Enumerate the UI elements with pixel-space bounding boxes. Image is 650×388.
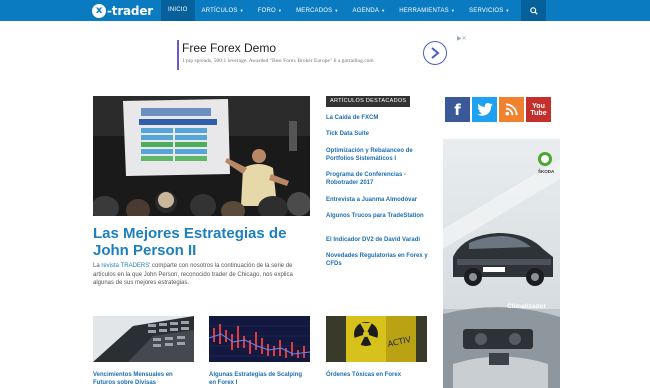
article-thumb-caption[interactable]: Vencimientos Mensuales en Futuros sobre … bbox=[93, 371, 194, 387]
caret-down-icon: ▼ bbox=[381, 8, 386, 13]
destacado-link[interactable]: Entrevista a Juanma Almodóvar bbox=[326, 196, 428, 204]
nav-item-servicios[interactable]: SERVICIOS ▼ bbox=[462, 0, 517, 21]
caret-down-icon: ▼ bbox=[505, 8, 510, 13]
nav-item-inicio[interactable]: INICIO bbox=[161, 0, 195, 21]
featured-title[interactable]: Las Mejores Estrategias de John Person I… bbox=[93, 225, 318, 259]
main-nav: INICIO ARTÍCULOS ▼ FORO ▼ MERCADOS ▼ AGENDA… bbox=[161, 0, 517, 21]
youtube-glyph: You Tube bbox=[530, 102, 547, 117]
conference-photo bbox=[93, 96, 310, 216]
nav-label: MERCADOS bbox=[296, 8, 333, 15]
destacado-link[interactable]: Optimización y Rebalanceo de Portfolios … bbox=[326, 147, 428, 163]
nav-item-herramientas[interactable]: HERRAMIENTAS ▼ bbox=[392, 0, 462, 21]
skoda-brand: ŠKODA bbox=[538, 169, 555, 174]
skoda-ad-banner[interactable]: ŠKODA Climatizador bbox=[443, 139, 560, 388]
article-thumb-2[interactable] bbox=[209, 316, 310, 362]
nav-item-articulos[interactable]: ARTÍCULOS ▼ bbox=[195, 0, 251, 21]
banner-caption: Climatizador bbox=[507, 303, 547, 310]
nav-label: INICIO bbox=[168, 7, 188, 13]
ad-banner[interactable]: Free Forex Demo 1 pip spreads, 500:1 lev… bbox=[177, 36, 467, 74]
nav-item-mercados[interactable]: MERCADOS ▼ bbox=[289, 0, 345, 21]
caret-down-icon: ▼ bbox=[334, 8, 339, 13]
article-thumb-caption[interactable]: Órdenes Tóxicas en Forex bbox=[326, 371, 427, 379]
destacado-link[interactable]: Algunos Trucos para TradeStation bbox=[326, 212, 428, 220]
twitter-icon[interactable]: t bbox=[472, 97, 497, 122]
youtube-icon[interactable]: You Tube bbox=[526, 97, 551, 122]
destacado-link[interactable]: Programa de Conferencias - Robotrader 20… bbox=[326, 171, 428, 187]
featured-description: La revista TRADERS' comparte con nosotro… bbox=[93, 262, 315, 288]
chevron-right-icon[interactable] bbox=[423, 41, 447, 65]
revista-link[interactable]: revista TRADERS' bbox=[101, 263, 150, 269]
car-interior-image bbox=[443, 139, 560, 388]
destacado-link[interactable]: Tick Data Suite bbox=[326, 130, 428, 138]
caret-down-icon: ▼ bbox=[450, 8, 456, 13]
forex-chart-image bbox=[209, 316, 310, 362]
nav-label: FORO bbox=[257, 8, 276, 15]
rss-icon[interactable]: rss bbox=[499, 97, 524, 122]
social-links: f t rss You Tube bbox=[445, 97, 553, 122]
nav-label: ARTÍCULOS bbox=[201, 8, 238, 15]
destacado-link[interactable]: El Indicador DV2 de David Varadi bbox=[326, 236, 428, 244]
ad-accent-bar bbox=[177, 40, 179, 70]
stock-board-image bbox=[93, 316, 194, 362]
search-icon bbox=[529, 6, 538, 15]
adchoices-icon[interactable]: ▶✕ bbox=[457, 36, 467, 42]
facebook-icon[interactable]: f bbox=[445, 97, 470, 122]
logo-mark: x bbox=[92, 3, 106, 18]
nav-label: SERVICIOS bbox=[469, 8, 504, 15]
caret-down-icon: ▼ bbox=[239, 8, 244, 13]
ad-title[interactable]: Free Forex Demo bbox=[182, 41, 276, 55]
facebook-glyph: f bbox=[454, 100, 461, 119]
article-thumb-3[interactable]: ACTIV bbox=[326, 316, 427, 362]
nav-item-foro[interactable]: FORO ▼ bbox=[251, 0, 289, 21]
search-button[interactable] bbox=[521, 0, 546, 21]
caret-down-icon: ▼ bbox=[277, 8, 283, 13]
site-logo[interactable]: x -trader bbox=[92, 3, 153, 18]
article-thumb-caption[interactable]: Algunas Estrategias de Scalping en Forex… bbox=[209, 371, 310, 387]
nav-label: AGENDA bbox=[352, 8, 380, 15]
destacado-link[interactable]: Novedades Regulatorias en Forex y CFDs bbox=[326, 252, 428, 268]
destacado-link[interactable]: La Caída de FXCM bbox=[326, 114, 428, 122]
logo-text: -trader bbox=[107, 3, 153, 18]
destacados-heading: ARTÍCULOS DESTACADOS bbox=[326, 96, 411, 107]
article-thumb-1[interactable] bbox=[93, 316, 194, 362]
featured-image[interactable] bbox=[93, 96, 310, 216]
ad-text: 1 pip spreads, 500:1 leverage. Awarded "… bbox=[182, 58, 374, 64]
nav-label: HERRAMIENTAS bbox=[399, 8, 449, 15]
toxic-barrel-image: ACTIV bbox=[326, 316, 427, 362]
nav-item-agenda[interactable]: AGENDA ▼ bbox=[346, 0, 393, 21]
